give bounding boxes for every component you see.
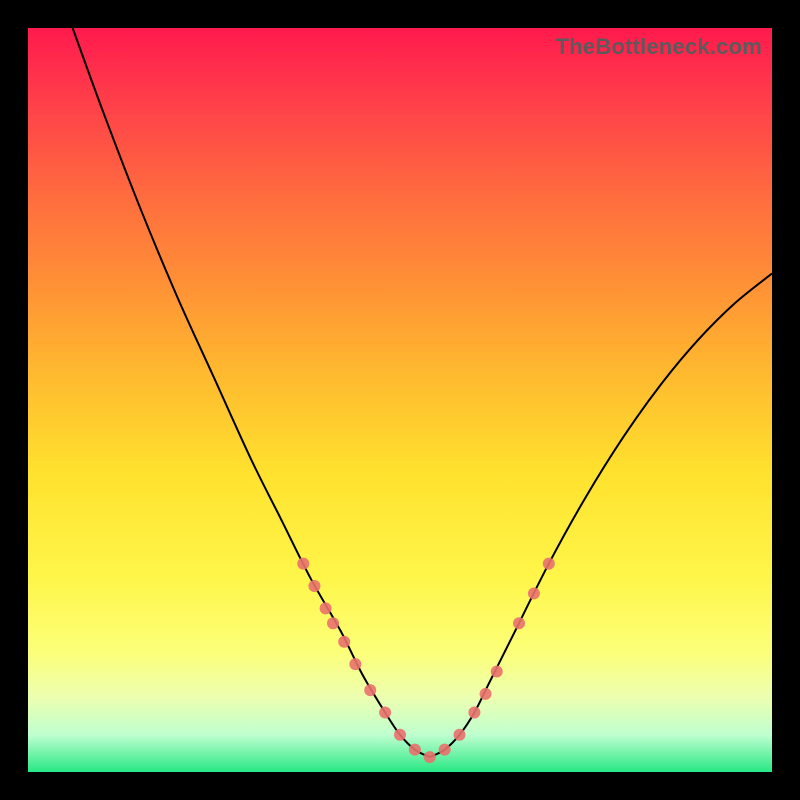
scatter-dot [454,729,466,741]
outer-frame: TheBottleneck.com [0,0,800,800]
scatter-dot [528,587,540,599]
scatter-dots [297,558,555,763]
scatter-dot [338,636,350,648]
chart-svg [28,28,772,772]
scatter-dot [394,729,406,741]
scatter-dot [320,602,332,614]
scatter-dot [513,617,525,629]
scatter-dot [308,580,320,592]
scatter-dot [327,617,339,629]
scatter-dot [468,706,480,718]
scatter-dot [409,744,421,756]
scatter-dot [491,666,503,678]
left-curve [73,28,430,757]
scatter-dot [480,688,492,700]
scatter-dot [439,744,451,756]
scatter-dot [297,558,309,570]
scatter-dot [424,751,436,763]
scatter-dot [349,658,361,670]
right-curve [430,274,772,758]
scatter-dot [543,558,555,570]
plot-area: TheBottleneck.com [28,28,772,772]
scatter-dot [364,684,376,696]
scatter-dot [379,706,391,718]
